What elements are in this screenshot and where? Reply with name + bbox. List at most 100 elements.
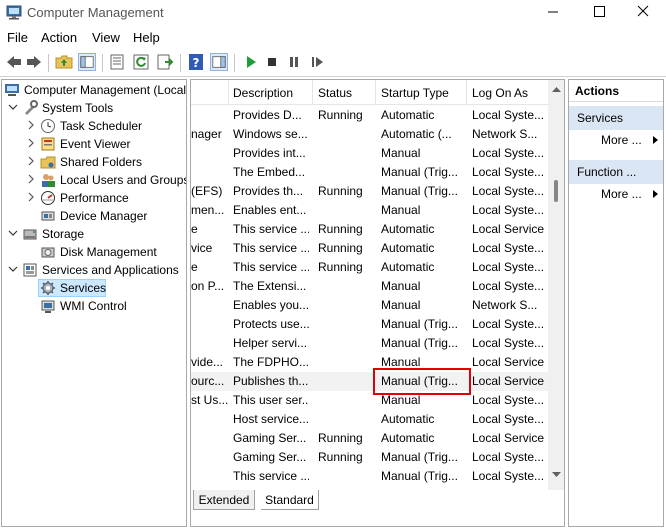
tree-item-label: Device Manager <box>60 209 148 223</box>
forward-arrow-icon[interactable] <box>25 53 43 71</box>
tab-extended[interactable]: Extended <box>193 490 255 510</box>
tree-item[interactable]: System Tools <box>2 99 186 117</box>
cell-startup-type: Automatic <box>381 241 435 255</box>
tab-standard[interactable]: Standard <box>261 490 319 510</box>
cell-log-on-as: Local Syste... <box>472 336 545 350</box>
vertical-scrollbar[interactable] <box>548 80 564 490</box>
chevron-right-icon[interactable] <box>26 174 36 184</box>
tree-item[interactable]: Disk Management <box>2 243 186 261</box>
back-arrow-icon[interactable] <box>5 53 23 71</box>
tree-item[interactable]: Local Users and Groups <box>2 171 186 189</box>
table-row[interactable]: Protects use... Manual (Trig... Local Syst… <box>191 315 548 334</box>
stop-icon[interactable] <box>263 53 281 71</box>
column-divider[interactable] <box>312 80 313 105</box>
table-row[interactable]: Enables you... Manual Network S... <box>191 296 548 315</box>
chevron-right-icon[interactable] <box>26 156 36 166</box>
table-row[interactable]: Provides D... Running Automatic Local Syste… <box>191 106 548 125</box>
cell-startup-type: Manual (Trig... <box>381 450 458 464</box>
restart-icon[interactable] <box>308 53 326 71</box>
chevron-right-icon[interactable] <box>26 192 36 202</box>
tree-item[interactable]: Event Viewer <box>2 135 186 153</box>
table-row[interactable]: Helper servi... Manual (Trig... Local Syst… <box>191 334 548 353</box>
tree-item[interactable]: Services <box>2 279 186 297</box>
tree-item[interactable]: Computer Management (Local <box>2 81 186 99</box>
cell-log-on-as: Local Syste... <box>472 260 545 274</box>
table-row[interactable]: (EFS) Provides th... Running Manual (Trig..… <box>191 182 548 201</box>
refresh-icon[interactable] <box>132 53 150 71</box>
scroll-down-icon[interactable] <box>552 472 561 478</box>
column-divider[interactable] <box>375 80 376 105</box>
actions-section-services[interactable]: Services <box>569 106 663 130</box>
properties-icon[interactable] <box>108 53 126 71</box>
table-row[interactable]: Gaming Ser... Running Automatic Local Servi… <box>191 429 548 448</box>
menu-help[interactable]: Help <box>133 30 160 45</box>
column-startup-type[interactable]: Startup Type <box>381 86 449 100</box>
scrollbar-thumb[interactable] <box>554 180 558 202</box>
tree-item[interactable]: Storage <box>2 225 186 243</box>
table-row[interactable]: This service ... Manual (Trig... Local Sys… <box>191 467 548 486</box>
column-divider[interactable] <box>228 80 229 105</box>
tree-item[interactable]: Shared Folders <box>2 153 186 171</box>
chevron-down-icon[interactable] <box>8 228 18 238</box>
column-description[interactable]: Description <box>233 86 293 100</box>
table-row[interactable]: ourc... Publishes th... Manual (Trig... Loc… <box>191 372 548 391</box>
close-button[interactable] <box>620 0 666 26</box>
table-row[interactable]: e This service ... Running Automatic Local S… <box>191 220 548 239</box>
actions-section-label: Services <box>577 111 624 125</box>
menu-action[interactable]: Action <box>41 30 77 45</box>
table-row[interactable]: vice This service ... Running Automatic Loca… <box>191 239 548 258</box>
table-row[interactable]: Provides int... Manual Local Syste... <box>191 144 548 163</box>
chevron-down-icon[interactable] <box>8 102 18 112</box>
scroll-up-icon[interactable] <box>552 86 561 92</box>
disk-icon <box>41 247 55 258</box>
actions-section-label: Function ... <box>577 165 637 179</box>
menu-view[interactable]: View <box>92 30 120 45</box>
tree-item-label: Services <box>60 281 107 295</box>
show-hide-console-tree-icon[interactable] <box>78 53 96 71</box>
list-rows: Provides D... Running Automatic Local Syste… <box>191 106 548 490</box>
table-row[interactable]: e This service ... Running Automatic Local S… <box>191 258 548 277</box>
table-row[interactable]: nager Windows se... Automatic (... Network … <box>191 125 548 144</box>
cell-log-on-as: Local Syste... <box>472 108 545 122</box>
play-icon[interactable] <box>242 53 260 71</box>
cell-description: This service ... <box>233 222 309 236</box>
cell-log-on-as: Local Service <box>472 374 545 388</box>
more-actions-services[interactable]: More ... <box>569 130 663 150</box>
tree-item[interactable]: Services and Applications <box>2 261 186 279</box>
table-row[interactable]: vide... The FDPHO... Manual Local Service <box>191 353 548 372</box>
chevron-down-icon[interactable] <box>8 264 18 274</box>
tree-item-label: Computer Management (Local <box>24 83 187 97</box>
help-icon[interactable]: ? <box>187 53 205 71</box>
table-row[interactable]: st Us... This user ser... Manual Local Syst… <box>191 391 548 410</box>
cell-description: Provides th... <box>233 184 304 198</box>
minimize-button[interactable] <box>530 0 576 26</box>
maximize-button[interactable] <box>576 0 622 26</box>
actions-section-function[interactable]: Function ... <box>569 160 663 184</box>
chevron-right-icon[interactable] <box>26 120 36 130</box>
export-list-icon[interactable] <box>156 53 174 71</box>
up-folder-icon[interactable] <box>55 53 73 71</box>
pause-icon[interactable] <box>285 53 303 71</box>
table-row[interactable]: The Embed... Manual (Trig... Local Syste..… <box>191 163 548 182</box>
services-apps-icon <box>23 263 37 277</box>
cell-log-on-as: Local Syste... <box>472 412 545 426</box>
table-row[interactable]: Host service... Automatic Local Syste... <box>191 410 548 429</box>
column-status[interactable]: Status <box>318 86 352 100</box>
highlight-box <box>373 368 471 395</box>
tree-item[interactable]: WMI Control <box>2 297 186 315</box>
chevron-right-icon[interactable] <box>26 138 36 148</box>
tree-item-label: Event Viewer <box>60 137 131 151</box>
more-actions-function[interactable]: More ... <box>569 184 663 204</box>
show-hide-action-pane-icon[interactable] <box>210 53 228 71</box>
table-row[interactable]: men... Enables ent... Manual Local Syste... <box>191 201 548 220</box>
menu-file[interactable]: File <box>7 30 28 45</box>
title-bar: Computer Management <box>0 0 666 26</box>
tree-item[interactable]: Task Scheduler <box>2 117 186 135</box>
column-divider[interactable] <box>466 80 467 105</box>
table-row[interactable]: on P... The Extensi... Manual Local Syste..… <box>191 277 548 296</box>
tree-item[interactable]: Device Manager <box>2 207 186 225</box>
column-log-on-as[interactable]: Log On As <box>472 86 528 100</box>
cell-description: This service ... <box>233 260 309 274</box>
table-row[interactable]: Gaming Ser... Running Manual (Trig... Local… <box>191 448 548 467</box>
tree-item[interactable]: Performance <box>2 189 186 207</box>
